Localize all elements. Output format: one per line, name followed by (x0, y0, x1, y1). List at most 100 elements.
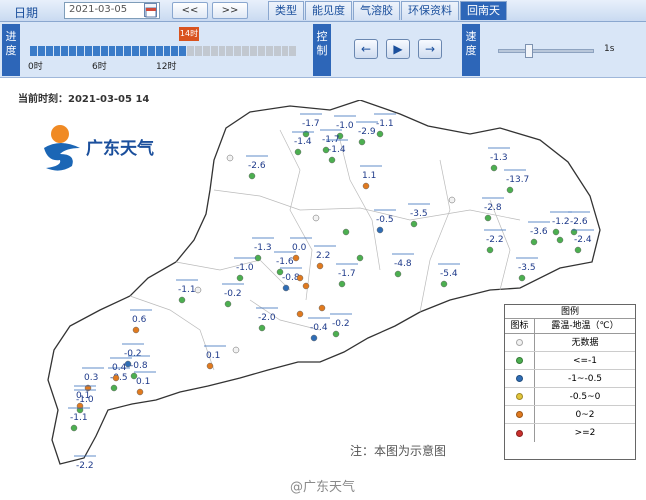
station-marker[interactable] (70, 424, 78, 432)
station-marker[interactable] (282, 284, 290, 292)
station-marker[interactable] (178, 296, 186, 304)
next-day-button[interactable]: >> (212, 2, 248, 19)
current-hour-marker[interactable]: 14时 (179, 27, 199, 41)
station-marker[interactable] (236, 274, 244, 282)
station-marker[interactable] (358, 138, 366, 146)
progress-segment[interactable] (61, 46, 69, 56)
station-marker[interactable] (296, 310, 304, 318)
progress-segment[interactable] (132, 46, 140, 56)
progress-segment[interactable] (53, 46, 61, 56)
prev-day-button[interactable]: << (172, 2, 208, 19)
station-marker[interactable] (296, 274, 304, 282)
progress-segment[interactable] (257, 46, 265, 56)
station-marker[interactable] (136, 388, 144, 396)
station-marker[interactable] (490, 164, 498, 172)
station-marker[interactable] (506, 186, 514, 194)
progress-segment[interactable] (100, 46, 108, 56)
station-marker[interactable] (394, 270, 402, 278)
station-marker[interactable] (376, 130, 384, 138)
step-forward-button[interactable]: → (418, 39, 442, 59)
speed-slider[interactable] (498, 44, 594, 58)
station-marker[interactable] (310, 334, 318, 342)
station-marker[interactable] (338, 280, 346, 288)
progress-segment[interactable] (37, 46, 45, 56)
progress-segment[interactable] (273, 46, 281, 56)
station-marker[interactable] (356, 254, 364, 262)
progress-segment[interactable] (250, 46, 257, 56)
station-marker[interactable] (224, 300, 232, 308)
progress-segment[interactable] (108, 46, 116, 56)
station-marker[interactable] (226, 154, 234, 162)
station-marker[interactable] (232, 346, 240, 354)
speed-slider-handle[interactable] (525, 44, 534, 58)
progress-segment[interactable] (281, 46, 289, 56)
station-marker[interactable] (312, 214, 320, 222)
progress-segment[interactable] (179, 46, 187, 56)
tab-huinantian[interactable]: 回南天 (460, 1, 507, 20)
station-value: 0.4 (112, 363, 127, 373)
station-marker[interactable] (486, 246, 494, 254)
station-marker[interactable] (448, 196, 456, 204)
progress-track[interactable] (30, 46, 297, 56)
station-marker[interactable] (316, 262, 324, 270)
station-marker[interactable] (294, 148, 302, 156)
legend-dot-icon (516, 339, 523, 346)
tab-aerosol[interactable]: 气溶胶 (353, 1, 400, 20)
progress-segment[interactable] (210, 46, 218, 56)
progress-segment[interactable] (124, 46, 132, 56)
station-marker[interactable] (440, 280, 448, 288)
play-button[interactable]: ▶ (386, 39, 410, 59)
station-marker[interactable] (248, 172, 256, 180)
progress-segment[interactable] (140, 46, 147, 56)
station-marker[interactable] (302, 282, 310, 290)
station-marker[interactable] (574, 246, 582, 254)
progress-segment[interactable] (147, 46, 155, 56)
station-value: -1.4 (328, 145, 346, 155)
progress-segment[interactable] (85, 46, 92, 56)
progress-segment[interactable] (171, 46, 179, 56)
station-marker[interactable] (552, 228, 560, 236)
progress-segment[interactable] (77, 46, 85, 56)
progress-segment[interactable] (187, 46, 195, 56)
station-marker[interactable] (410, 220, 418, 228)
station-marker[interactable] (518, 274, 526, 282)
progress-segment[interactable] (195, 46, 202, 56)
station-marker[interactable] (318, 304, 326, 312)
progress-segment[interactable] (242, 46, 250, 56)
station-marker[interactable] (556, 236, 564, 244)
tab-visibility[interactable]: 能见度 (305, 1, 352, 20)
progress-segment[interactable] (226, 46, 234, 56)
progress-segment[interactable] (45, 46, 53, 56)
progress-segment[interactable] (265, 46, 273, 56)
station-value: -1.0 (336, 121, 354, 131)
station-marker[interactable] (362, 182, 370, 190)
progress-segment[interactable] (92, 46, 100, 56)
station-marker[interactable] (194, 286, 202, 294)
progress-segment[interactable] (163, 46, 171, 56)
progress-segment[interactable] (218, 46, 226, 56)
station-marker[interactable] (376, 226, 384, 234)
progress-segment[interactable] (116, 46, 124, 56)
progress-segment[interactable] (289, 46, 297, 56)
step-back-button[interactable]: ← (354, 39, 378, 59)
progress-segment[interactable] (202, 46, 210, 56)
station-marker[interactable] (132, 326, 140, 334)
progress-segment[interactable] (69, 46, 77, 56)
station-marker[interactable] (332, 330, 340, 338)
station-marker[interactable] (110, 384, 118, 392)
calendar-icon[interactable] (144, 3, 157, 18)
station-marker[interactable] (206, 362, 214, 370)
station-value: -1.1 (178, 285, 196, 295)
station-marker[interactable] (342, 228, 350, 236)
station-marker[interactable] (258, 324, 266, 332)
station-marker[interactable] (328, 156, 336, 164)
tab-environment[interactable]: 环保资料 (401, 1, 459, 20)
progress-segment[interactable] (30, 46, 37, 56)
station-marker[interactable] (484, 214, 492, 222)
station-marker[interactable] (292, 254, 300, 262)
progress-segment[interactable] (234, 46, 242, 56)
progress-segment[interactable] (155, 46, 163, 56)
station-marker[interactable] (112, 374, 120, 382)
tab-type[interactable]: 类型 (268, 1, 304, 20)
station-marker[interactable] (530, 238, 538, 246)
